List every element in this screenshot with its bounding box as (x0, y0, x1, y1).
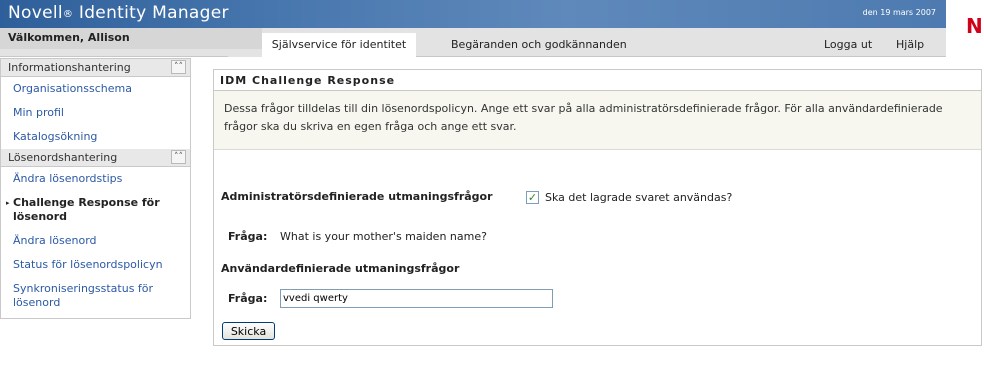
welcome-text: Välkommen, Allison (0, 28, 262, 49)
novell-logo: N (966, 14, 983, 38)
sidebar-item-directory-search[interactable]: Katalogsökning (1, 125, 190, 149)
challenge-response-panel: IDM Challenge Response Dessa frågor till… (213, 69, 982, 346)
brand-name: Novell (8, 3, 63, 23)
app-header: Novell® Identity Manager den 19 mars 200… (0, 0, 984, 57)
product-title: Novell® Identity Manager (8, 3, 229, 23)
sidebar-section-information: Informationshantering ˄˄ (1, 59, 190, 77)
panel-title: IDM Challenge Response (214, 70, 981, 91)
panel-description: Dessa frågor tilldelas till din lösenord… (214, 91, 981, 150)
sidebar-item-change-hint[interactable]: Ändra lösenordstips (1, 167, 190, 191)
use-saved-answer-label: Ska det lagrade svaret användas? (545, 191, 733, 204)
section-title: Informationshantering (8, 61, 131, 74)
logout-link[interactable]: Logga ut (824, 38, 872, 51)
sidebar-item-my-profile[interactable]: Min profil (1, 101, 190, 125)
tab-requests-approvals[interactable]: Begäranden och godkännanden (451, 38, 627, 51)
sidebar-item-policy-status[interactable]: Status för lösenordspolicyn (1, 253, 190, 277)
banner: Novell® Identity Manager den 19 mars 200… (0, 0, 946, 28)
collapse-icon[interactable]: ˄˄ (171, 60, 186, 74)
sidebar-item-sync-status[interactable]: Synkroniseringsstatus för lösenord (1, 277, 190, 315)
submit-button[interactable]: Skicka (222, 322, 275, 340)
sidebar-section-password: Lösenordshantering ˄˄ (1, 149, 190, 167)
user-question-input[interactable] (280, 289, 553, 308)
sidebar-item-challenge-response[interactable]: ▸ Challenge Response för lösenord (1, 191, 190, 229)
section-title: Lösenordshantering (8, 151, 118, 164)
sidebar-item-change-password[interactable]: Ändra lösenord (1, 229, 190, 253)
collapse-icon[interactable]: ˄˄ (171, 150, 186, 164)
admin-questions-heading: Administratörsdefinierade utmaningsfrågo… (221, 190, 493, 203)
registered-mark: ® (62, 9, 74, 20)
tab-self-service[interactable]: Självservice för identitet (262, 33, 416, 57)
admin-question-label: Fråga: (228, 230, 268, 243)
help-link[interactable]: Hjälp (896, 38, 924, 51)
sidebar-item-org-chart[interactable]: Organisationsschema (1, 77, 190, 101)
active-bullet-icon: ▸ (6, 199, 10, 207)
admin-question-text: What is your mother's maiden name? (280, 230, 487, 243)
sidebar: Informationshantering ˄˄ Organisationssc… (0, 58, 191, 319)
user-question-label: Fråga: (228, 292, 268, 305)
sidebar-item-label: Challenge Response för lösenord (13, 196, 160, 223)
date-label: den 19 mars 2007 (862, 8, 936, 17)
user-questions-heading: Användardefinierade utmaningsfrågor (221, 262, 460, 275)
use-saved-answer-checkbox[interactable]: ✓ (526, 191, 539, 204)
product-name: Identity Manager (73, 3, 229, 23)
